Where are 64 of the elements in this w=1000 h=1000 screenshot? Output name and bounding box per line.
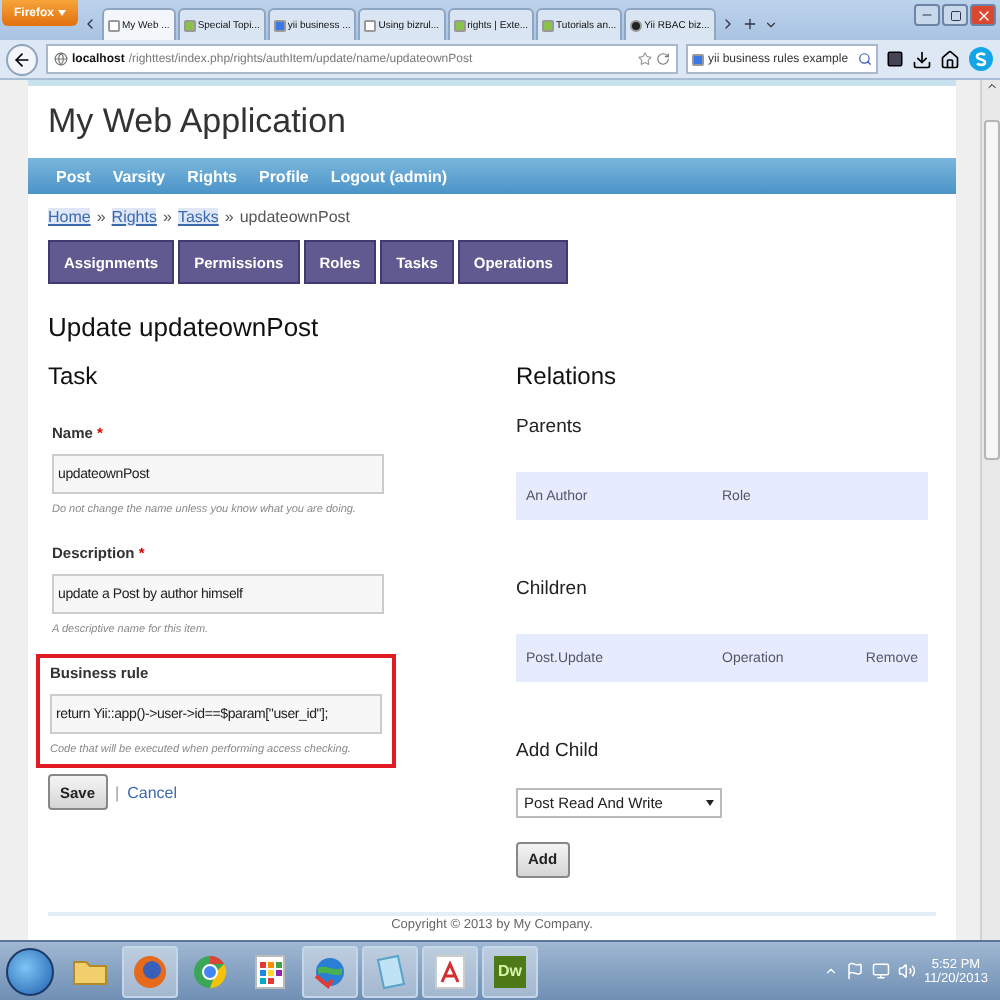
subsection-title: Children	[516, 578, 589, 600]
close-button[interactable]	[970, 4, 996, 26]
scroll-up-icon[interactable]	[985, 80, 997, 92]
close-icon	[975, 7, 991, 23]
breadcrumb-current: updateownPost	[239, 207, 350, 225]
subsection-title: Add Child	[516, 740, 601, 762]
breadcrumb-separator: »	[162, 207, 172, 225]
breadcrumb-link[interactable]: Home	[48, 207, 91, 225]
tab-icon	[273, 19, 286, 31]
back-button[interactable]	[6, 43, 38, 75]
folder-icon	[72, 956, 108, 986]
globe-icon	[54, 52, 68, 66]
minimize-icon	[920, 8, 934, 22]
breadcrumb-link[interactable]: Rights	[111, 207, 157, 225]
search-engine-icon	[692, 53, 704, 65]
globe-icon	[312, 953, 348, 989]
app-title: My Web Application	[46, 100, 348, 144]
taskbar-app-button[interactable]	[302, 945, 358, 997]
download-icon[interactable]	[912, 49, 932, 69]
tab-icon	[183, 19, 196, 31]
chevron-left-icon	[82, 16, 98, 32]
tab-icon	[364, 19, 377, 31]
breadcrumb-link[interactable]: Tasks	[177, 207, 219, 225]
browser-icon	[192, 953, 228, 989]
pdf-icon	[434, 953, 466, 989]
subsection-title: Parents	[516, 416, 584, 438]
taskbar-app-button[interactable]	[422, 945, 478, 997]
caret-icon	[58, 10, 66, 16]
search-icon[interactable]	[858, 52, 872, 66]
app-logo: Dw	[494, 955, 526, 987]
tab-icon	[630, 19, 643, 31]
separator: |	[115, 783, 120, 801]
restore-icon	[949, 9, 961, 21]
tab-icon	[542, 19, 555, 31]
plus-icon	[741, 16, 758, 32]
scrollbar[interactable]	[980, 80, 1000, 940]
tray-expand-icon[interactable]	[823, 964, 838, 978]
tab-icon	[453, 19, 466, 31]
tab-icon	[108, 19, 120, 31]
bookmark-icon[interactable]	[886, 50, 904, 68]
browser-icon	[132, 953, 168, 989]
section-title: Relations	[516, 362, 619, 390]
grid-icon	[254, 953, 286, 989]
star-icon[interactable]	[638, 52, 652, 66]
flag-icon[interactable]	[845, 962, 864, 980]
network-icon[interactable]	[871, 962, 890, 980]
volume-icon[interactable]	[897, 962, 916, 980]
breadcrumb-separator: »	[224, 207, 234, 225]
dropdown-caret-icon	[706, 800, 714, 806]
page-heading: Update updateownPost	[48, 312, 321, 342]
taskbar-app-button[interactable]	[122, 945, 178, 997]
cancel-link[interactable]: Cancel	[127, 783, 178, 801]
home-icon[interactable]	[940, 49, 960, 69]
notepad-icon	[374, 953, 406, 989]
section-title: Task	[48, 362, 100, 390]
taskbar-app-button[interactable]: Dw	[482, 945, 538, 997]
chevron-down-icon	[764, 17, 779, 31]
chat-app-icon[interactable]	[968, 46, 994, 72]
taskbar-app-button[interactable]	[362, 945, 418, 997]
breadcrumb-separator: »	[96, 207, 106, 225]
restore-button[interactable]	[942, 4, 968, 26]
reload-icon[interactable]	[656, 52, 670, 66]
arrow-left-icon	[12, 49, 32, 69]
start-button[interactable]	[6, 947, 54, 995]
